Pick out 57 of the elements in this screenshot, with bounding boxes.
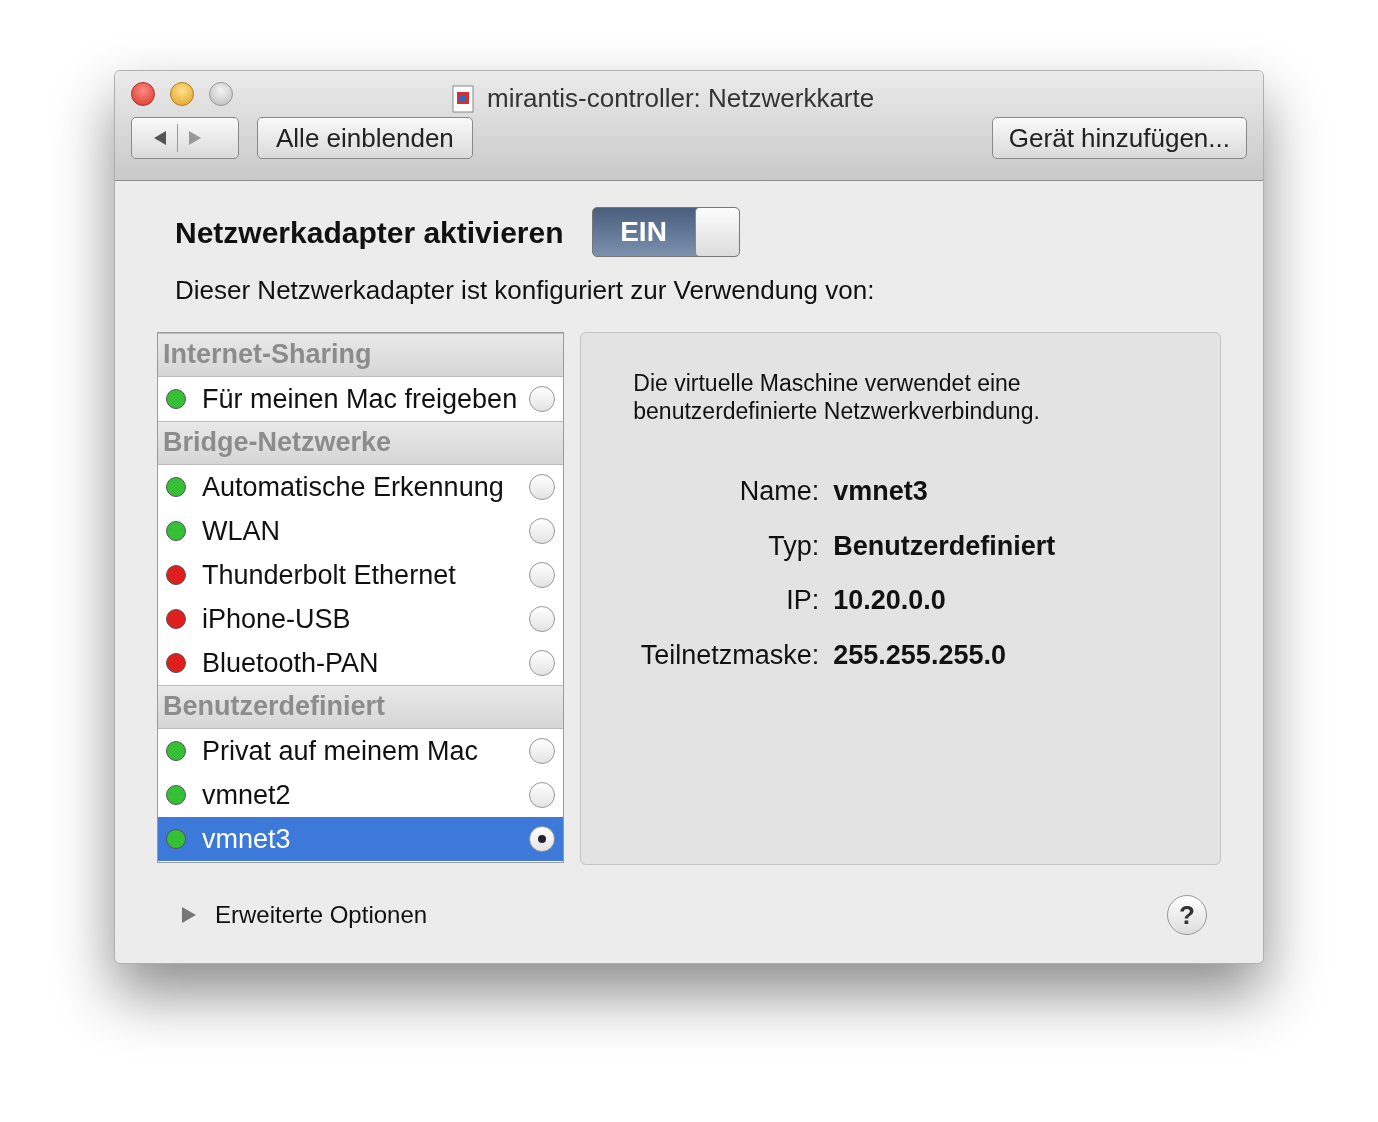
group-header: Internet-Sharing	[158, 333, 564, 377]
network-item[interactable]: WLAN	[158, 509, 564, 553]
help-button[interactable]: ?	[1167, 895, 1207, 935]
close-button[interactable]	[131, 82, 155, 106]
network-item[interactable]: Für meinen Mac freigeben	[158, 377, 564, 421]
show-all-button[interactable]: Alle einblenden	[257, 117, 473, 159]
field-label: IP:	[785, 584, 820, 617]
field-label: Name:	[738, 475, 820, 508]
network-item[interactable]: Privat auf meinem Mac	[158, 729, 564, 773]
group-header: Benutzerdefiniert	[158, 685, 564, 729]
description-text: Dieser Netzwerkadapter ist konfiguriert zur Verwendung von:	[174, 274, 876, 307]
network-item[interactable]: vmnet2	[158, 773, 564, 817]
app-document-icon	[451, 84, 475, 113]
radio-button[interactable]	[529, 474, 556, 500]
window-title: mirantis-controller: Netzwerkkarte	[487, 82, 875, 115]
radio-button[interactable]	[529, 782, 556, 808]
radio-button[interactable]	[529, 650, 556, 676]
radio-button[interactable]	[529, 518, 556, 544]
network-item[interactable]: Automatische Erkennung	[158, 465, 564, 509]
network-name: vmnet3	[202, 822, 291, 856]
network-item[interactable]: Bluetooth-PAN	[158, 641, 564, 685]
network-name: iPhone-USB	[202, 602, 351, 636]
field-value: vmnet3	[833, 475, 929, 508]
toggle-label: EIN	[619, 215, 668, 249]
network-name: vmnet2	[202, 778, 291, 812]
field-value: 10.20.0.0	[833, 584, 947, 617]
back-forward-control[interactable]	[131, 117, 239, 159]
toggle-switch[interactable]: EIN	[591, 207, 740, 257]
disclosure-triangle-icon	[181, 906, 197, 924]
network-name: Privat auf meinem Mac	[202, 734, 479, 768]
details-note: Die virtuelle Maschine verwendet eine benutzerdefinierte Netzwerkverbindung.	[633, 369, 1041, 425]
minimize-button[interactable]	[170, 82, 194, 106]
forward-arrow-icon[interactable]	[187, 130, 203, 146]
radio-button[interactable]	[529, 606, 556, 632]
radio-button[interactable]	[529, 386, 556, 412]
back-arrow-icon[interactable]	[152, 130, 168, 146]
add-device-button[interactable]: Gerät hinzufügen...	[991, 117, 1247, 159]
network-name: Für meinen Mac freigeben	[202, 382, 518, 416]
advanced-options-disclosure[interactable]: Erweiterte Optionen	[181, 897, 428, 933]
field-label: Typ:	[767, 529, 820, 563]
toggle-knob	[694, 208, 739, 256]
network-name: WLAN	[202, 514, 280, 548]
adapter-label: Netzwerkadapter aktivieren	[175, 214, 564, 251]
network-name: Automatische Erkennung	[202, 470, 504, 504]
network-name: Thunderbolt Ethernet	[202, 558, 456, 592]
field-label: Teilnetzmaske:	[639, 638, 820, 672]
group-header: Bridge-Netzwerke	[158, 421, 564, 465]
radio-button[interactable]	[529, 562, 556, 588]
network-item[interactable]: vmnet3	[158, 817, 564, 861]
network-item[interactable]: iPhone-USB	[158, 597, 564, 641]
field-value: 255.255.255.0	[833, 638, 1007, 672]
radio-button[interactable]	[529, 826, 556, 852]
field-value: Benutzerdefiniert	[833, 529, 1057, 563]
network-item[interactable]: Thunderbolt Ethernet	[158, 553, 564, 597]
network-name: Bluetooth-PAN	[202, 646, 379, 680]
zoom-button[interactable]	[209, 82, 233, 106]
radio-button[interactable]	[529, 738, 556, 764]
